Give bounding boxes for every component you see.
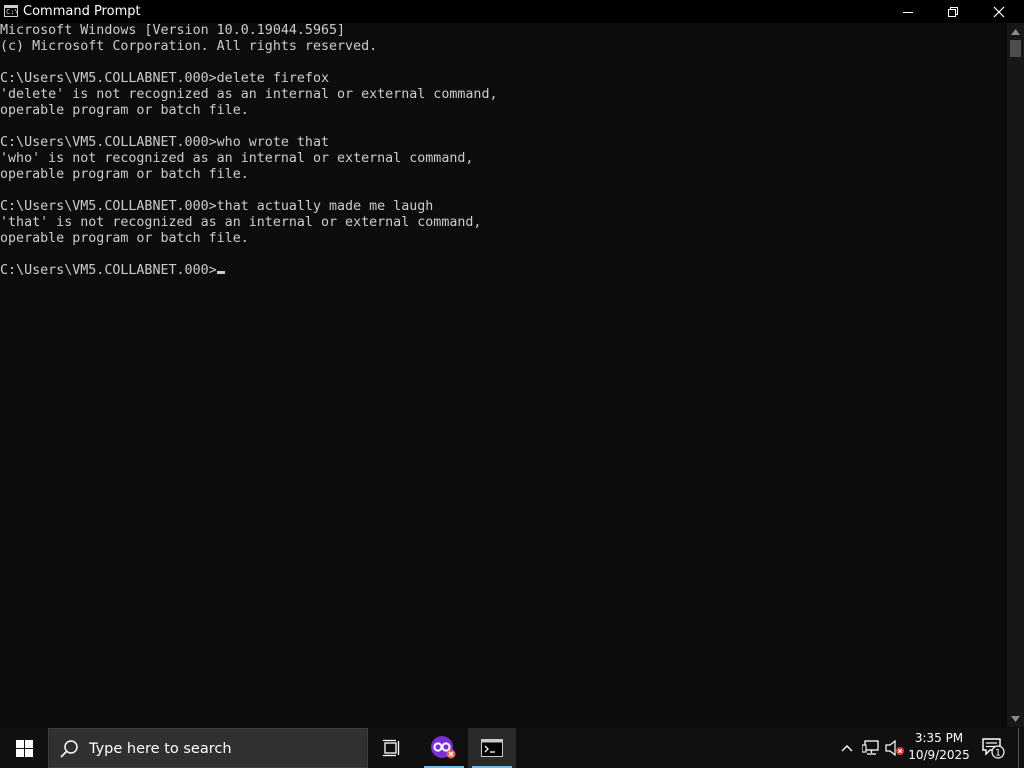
window-title: Command Prompt — [23, 4, 141, 19]
volume-muted-icon — [885, 740, 904, 756]
notification-count: 1 — [995, 749, 1001, 759]
system-clock[interactable]: 3:35 PM 10/9/2025 — [904, 730, 974, 766]
text-cursor — [216, 271, 225, 274]
console-line: 'that' is not recognized as an internal … — [0, 215, 482, 230]
notifications-button[interactable]: 1 — [978, 728, 1008, 768]
cmd-window-icon[interactable]: C:\ — [4, 5, 19, 17]
scroll-thumb[interactable] — [1010, 40, 1021, 57]
clock-time: 3:35 PM — [914, 731, 964, 745]
close-button[interactable] — [976, 0, 1022, 23]
console-line: 'delete' is not recognized as an interna… — [0, 87, 498, 102]
cmd-window-icon-glyph: C:\ — [6, 8, 19, 16]
cmd-app-icon — [481, 739, 503, 757]
meet-app-icon — [431, 736, 456, 759]
console-text: Microsoft Windows [Version 10.0.19044.59… — [0, 23, 498, 279]
title-bar[interactable]: C:\ Command Prompt — [0, 0, 1024, 23]
minimize-button[interactable] — [885, 0, 931, 23]
prompt-text: C:\Users\VM5.COLLABNET.000> — [0, 263, 217, 278]
start-button[interactable] — [0, 728, 48, 768]
console-line: operable program or batch file. — [0, 167, 249, 182]
minimize-icon — [903, 11, 913, 13]
console-line: 'who' is not recognized as an internal o… — [0, 151, 474, 166]
console-line: operable program or batch file. — [0, 231, 249, 246]
scroll-down-arrow-icon — [1011, 715, 1020, 722]
scroll-up-arrow-icon — [1011, 28, 1020, 35]
search-placeholder: Type here to search — [89, 741, 232, 757]
clock-date: 10/9/2025 — [908, 748, 970, 762]
task-view-button[interactable] — [368, 728, 416, 768]
network-icon — [862, 740, 879, 755]
taskbar-search-box[interactable]: Type here to search — [48, 728, 368, 768]
chevron-up-icon — [841, 745, 853, 752]
close-icon — [993, 6, 1005, 17]
notifications-icon: 1 — [982, 738, 1005, 759]
task-view-icon — [383, 739, 400, 757]
prompt-line[interactable]: C:\Users\VM5.COLLABNET.000> — [0, 263, 498, 279]
console-line: operable program or batch file. — [0, 103, 249, 118]
volume-button[interactable] — [884, 728, 906, 768]
search-icon — [60, 740, 78, 758]
console-line: C:\Users\VM5.COLLABNET.000>delete firefo… — [0, 71, 329, 86]
restore-button[interactable] — [930, 0, 976, 23]
taskbar: Type here to search 3:35 PM 10/9/2025 1 — [0, 728, 1024, 768]
console-line: C:\Users\VM5.COLLABNET.000>who wrote tha… — [0, 135, 329, 150]
taskbar-app-meet[interactable] — [420, 728, 468, 768]
console-line: (c) Microsoft Corporation. All rights re… — [0, 39, 378, 54]
network-button[interactable] — [860, 728, 882, 768]
console-line: C:\Users\VM5.COLLABNET.000>that actually… — [0, 199, 434, 214]
show-desktop-button[interactable] — [1018, 728, 1019, 768]
show-hidden-icons-button[interactable] — [836, 728, 858, 768]
vertical-scrollbar[interactable] — [1007, 23, 1024, 727]
scroll-down-button[interactable] — [1007, 710, 1024, 727]
windows-logo-icon — [15, 739, 33, 757]
restore-icon — [948, 6, 958, 17]
taskbar-app-cmd[interactable] — [468, 728, 516, 768]
scroll-up-button[interactable] — [1007, 23, 1024, 40]
console-output[interactable]: Microsoft Windows [Version 10.0.19044.59… — [0, 23, 1007, 727]
console-line: Microsoft Windows [Version 10.0.19044.59… — [0, 23, 346, 38]
